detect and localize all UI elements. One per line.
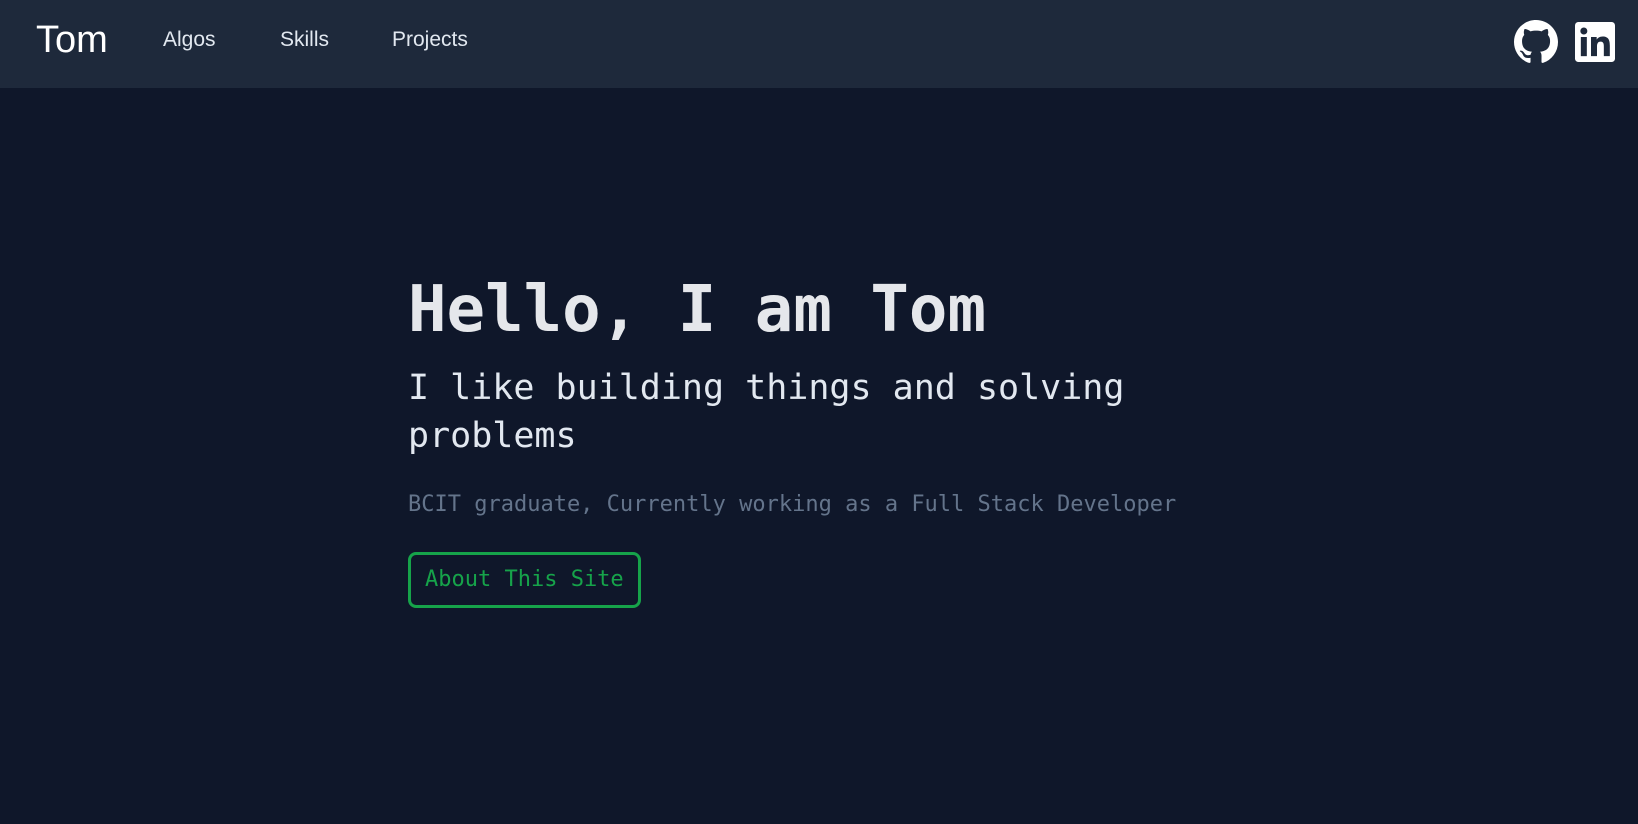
navbar: Tom Algos Skills Projects [0, 0, 1638, 88]
hero-section: Hello, I am Tom I like building things a… [408, 270, 1308, 608]
github-icon[interactable] [1514, 20, 1558, 64]
nav-link-skills[interactable]: Skills [280, 26, 329, 54]
nav-link-projects[interactable]: Projects [392, 26, 468, 54]
brand-link[interactable]: Tom [36, 16, 108, 64]
linkedin-icon[interactable] [1575, 22, 1615, 62]
nav-link-algos[interactable]: Algos [163, 26, 216, 54]
about-site-button[interactable]: About This Site [408, 552, 641, 608]
hero-title: Hello, I am Tom [408, 273, 986, 347]
hero-description: BCIT graduate, Currently working as a Fu… [408, 492, 1177, 517]
hero-subtitle: I like building things and solving probl… [408, 368, 1125, 456]
